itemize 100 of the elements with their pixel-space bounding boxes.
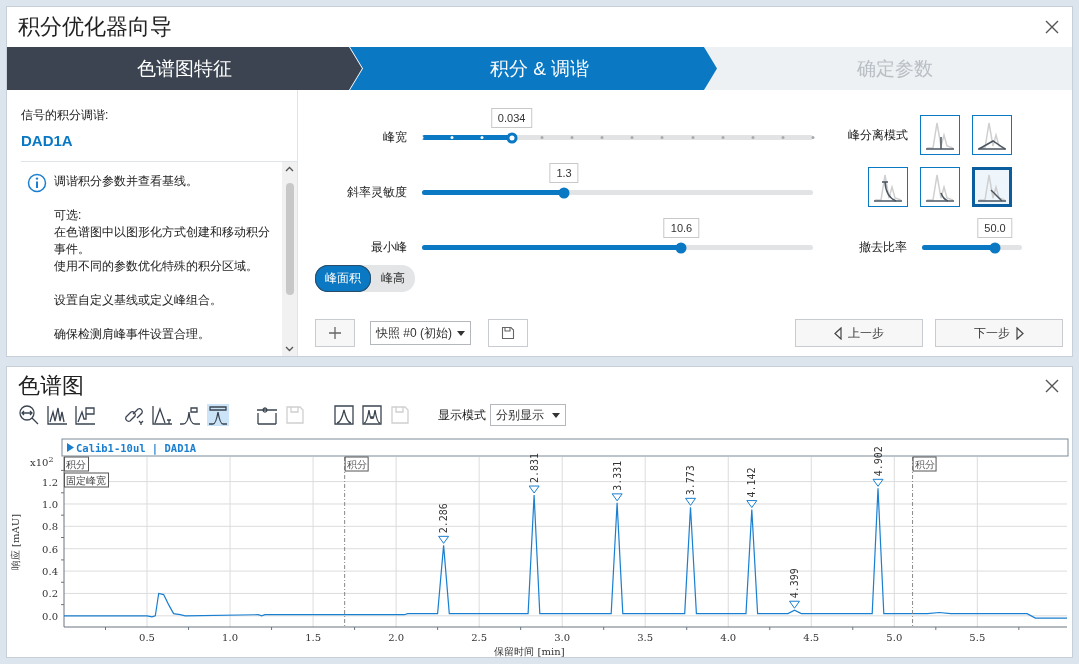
caret-up-icon xyxy=(285,166,294,172)
panel-title: 色谱图 xyxy=(18,372,84,400)
toggle-option[interactable]: 峰面积 xyxy=(315,265,371,292)
slider-thumb[interactable] xyxy=(676,242,687,253)
peak-label: 4.902 xyxy=(872,446,884,477)
axis-tick-label: 0.2 xyxy=(42,588,58,600)
peak-marker xyxy=(611,493,623,502)
scrollbar[interactable] xyxy=(282,162,297,356)
axis-tick-label: 5.0 xyxy=(886,632,903,643)
event-tag: 积分 xyxy=(64,456,89,472)
peak-icon xyxy=(207,404,229,426)
toggle-option[interactable]: 峰高 xyxy=(371,265,415,292)
separation-mode-button[interactable] xyxy=(972,115,1012,155)
add-button[interactable] xyxy=(315,319,355,347)
peak-marker xyxy=(789,600,800,609)
event-tag: 固定峰宽 xyxy=(64,472,109,488)
peak-label: 4.142 xyxy=(746,467,758,498)
info-text: 在色谱图中以图形化方式创建和移动积分事件。 xyxy=(54,224,271,258)
zoom-icon xyxy=(18,404,40,426)
peaks-icon xyxy=(46,404,68,426)
caret-down-icon xyxy=(552,412,560,418)
caret-left-icon xyxy=(834,326,842,340)
toolbar-button[interactable] xyxy=(18,404,40,426)
axis-tick-label: 0.4 xyxy=(42,566,58,578)
event-tag: 积分 xyxy=(344,456,369,472)
save-icon xyxy=(284,404,306,426)
save-icon xyxy=(501,326,515,340)
event-tag: 积分 xyxy=(912,456,937,472)
axis-tick-label: 1.5 xyxy=(305,632,322,643)
toolbar-button[interactable] xyxy=(179,404,201,426)
caret-down-icon xyxy=(285,346,294,352)
next-button[interactable]: 下一步 xyxy=(935,319,1063,347)
axis-tick-label: 0.8 xyxy=(42,521,58,533)
peak-marker xyxy=(685,497,697,506)
signal-name: DAD1A xyxy=(20,131,74,151)
wizard-step[interactable]: 色谱图特征 xyxy=(7,47,362,90)
separation-mode-button[interactable] xyxy=(920,115,960,155)
axis-tick-label: 0.6 xyxy=(42,543,58,555)
value-tooltip: 10.6 xyxy=(663,218,700,238)
slider-label: 峰宽 xyxy=(381,129,407,146)
toolbar-button[interactable] xyxy=(46,404,68,426)
wizard-step[interactable]: 积分 & 调谐 xyxy=(350,47,717,90)
toolbar-button[interactable] xyxy=(74,404,96,426)
field-label: 显示模式 xyxy=(438,406,486,424)
info-text: 设置自定义基线或定义峰组合。 xyxy=(54,292,223,309)
display-mode-dropdown[interactable]: 分别显示 xyxy=(490,404,566,426)
peak-label: 4.399 xyxy=(789,568,800,599)
caret-right-icon xyxy=(1016,326,1024,340)
axis-tick-label: 0.5 xyxy=(139,632,155,643)
axis-title: 保留时间 [min] xyxy=(494,646,565,657)
separation-mode-button[interactable] xyxy=(868,167,908,207)
axis-tick-label: 1.0 xyxy=(222,632,238,643)
separation-mode-button[interactable] xyxy=(920,167,960,207)
plus-icon xyxy=(328,326,342,340)
toolbar-button[interactable] xyxy=(361,404,383,426)
slider-thumb[interactable] xyxy=(506,132,518,143)
peak-label: 3.773 xyxy=(685,465,697,496)
field-label: 峰分离模式 xyxy=(848,126,908,144)
axis-multiplier: x10$^{2}$ xyxy=(30,455,54,469)
slider-label: 撤去比率 xyxy=(859,239,907,256)
slider-label: 最小峰 xyxy=(369,239,407,256)
slider-thumb[interactable] xyxy=(558,187,570,198)
close-icon[interactable] xyxy=(1044,19,1060,35)
save-icon xyxy=(389,404,411,426)
axis-tick-label: 2.5 xyxy=(471,632,488,643)
toolbar-button[interactable] xyxy=(256,404,278,426)
info-text: 确保检测肩峰事件设置合理。 xyxy=(54,326,211,343)
axis-tick-label: 3.0 xyxy=(554,632,571,643)
peak-label: 3.331 xyxy=(611,460,623,491)
close-icon[interactable] xyxy=(1044,378,1060,394)
axis-tick-label: 4.5 xyxy=(803,632,820,643)
axis-tick-label: 1.0 xyxy=(42,498,58,510)
slider-thumb[interactable] xyxy=(989,242,1001,253)
toolbar-button[interactable] xyxy=(207,404,229,426)
event-icon xyxy=(256,404,278,426)
value-tooltip: 0.034 xyxy=(490,108,533,128)
peak-icon xyxy=(333,404,355,426)
separation-mode-button[interactable] xyxy=(972,167,1012,207)
chart-title: Calib1-10ul | DAD1A xyxy=(76,442,197,454)
caret-down-icon xyxy=(457,330,465,336)
axis-tick-label: 2.0 xyxy=(388,632,405,643)
back-button[interactable]: 上一步 xyxy=(795,319,923,347)
axis-tick-label: 0.0 xyxy=(42,610,58,622)
axis-tick-label: 1.2 xyxy=(42,476,58,488)
peak-marker xyxy=(528,485,540,494)
toolbar-button[interactable] xyxy=(333,404,355,426)
section-heading: 信号的积分调谐: xyxy=(20,107,110,124)
info-text: 调谐积分参数并查看基线。 xyxy=(54,173,199,190)
snapshot-dropdown[interactable]: 快照 #0 (初始) xyxy=(370,321,471,345)
value-tooltip: 50.0 xyxy=(977,218,1013,238)
triangle-icon[interactable] xyxy=(67,443,74,452)
axis-title: 响应 [mAU] xyxy=(10,513,21,571)
axis-tick-label: 5.5 xyxy=(969,632,986,643)
save-button[interactable] xyxy=(488,319,528,347)
toolbar-button[interactable] xyxy=(151,404,173,426)
slider-label: 斜率灵敏度 xyxy=(345,184,407,201)
value-tooltip: 1.3 xyxy=(549,163,579,183)
chart-icon xyxy=(74,404,96,426)
info-text: 可选: xyxy=(54,207,83,224)
peak-marker xyxy=(438,535,450,544)
